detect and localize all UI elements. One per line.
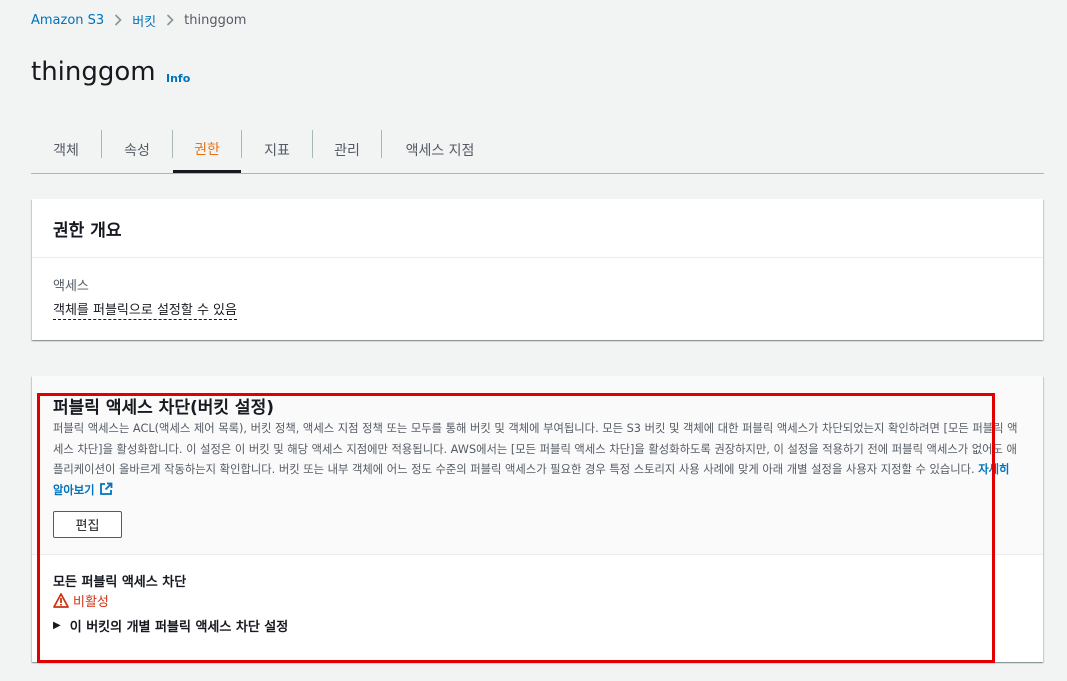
tab-bar: 객체 속성 권한 지표 관리 액세스 지점 [31, 128, 1044, 174]
edit-button[interactable]: 편집 [53, 511, 122, 538]
chevron-right-icon [114, 14, 122, 26]
card-header: 퍼블릭 액세스 차단(버킷 설정) 퍼블릭 액세스는 ACL(액세스 제어 목록… [32, 376, 1043, 555]
individual-settings-expander[interactable]: ▶ 이 버킷의 개별 퍼블릭 액세스 차단 설정 [53, 616, 288, 635]
breadcrumb-buckets[interactable]: 버킷 [132, 11, 156, 30]
block-all-public-access-label: 모든 퍼블릭 액세스 차단 [53, 575, 187, 590]
external-link-icon [99, 482, 113, 504]
block-public-access-title: 퍼블릭 액세스 차단(버킷 설정) [53, 398, 274, 418]
description-text: 퍼블릭 액세스는 ACL(액세스 제어 목록), 버킷 정책, 액세스 지점 정… [53, 422, 1018, 476]
status-text: 비활성 [73, 595, 109, 610]
tab-objects[interactable]: 객체 [31, 128, 101, 172]
permissions-overview-card: 권한 개요 액세스 객체를 퍼블릭으로 설정할 수 있음 [32, 199, 1043, 340]
status-badge: 비활성 [53, 591, 109, 610]
caret-right-icon: ▶ [53, 620, 61, 631]
info-link[interactable]: Info [166, 72, 190, 85]
permissions-overview-title: 권한 개요 [53, 221, 122, 241]
breadcrumb: Amazon S3 버킷 thinggom [31, 10, 246, 30]
tab-permissions[interactable]: 권한 [173, 128, 241, 173]
chevron-right-icon [166, 14, 174, 26]
warning-icon [53, 593, 69, 608]
tab-properties[interactable]: 속성 [102, 128, 172, 172]
expander-label[interactable]: 이 버킷의 개별 퍼블릭 액세스 차단 설정 [70, 616, 289, 635]
block-public-access-description: 퍼블릭 액세스는 ACL(액세스 제어 목록), 버킷 정책, 액세스 지점 정… [53, 419, 1019, 503]
page-title: thinggom [31, 57, 156, 87]
breadcrumb-current: thinggom [184, 12, 247, 28]
tab-metrics[interactable]: 지표 [242, 128, 312, 172]
access-value[interactable]: 객체를 퍼블릭으로 설정할 수 있음 [53, 299, 237, 320]
access-label: 액세스 [53, 279, 89, 294]
tab-management[interactable]: 관리 [313, 128, 381, 172]
tab-access-points[interactable]: 액세스 지점 [382, 128, 498, 172]
block-public-access-card: 퍼블릭 액세스 차단(버킷 설정) 퍼블릭 액세스는 ACL(액세스 제어 목록… [32, 376, 1043, 662]
breadcrumb-amazon-s3[interactable]: Amazon S3 [31, 13, 104, 28]
card-header [32, 199, 1043, 258]
